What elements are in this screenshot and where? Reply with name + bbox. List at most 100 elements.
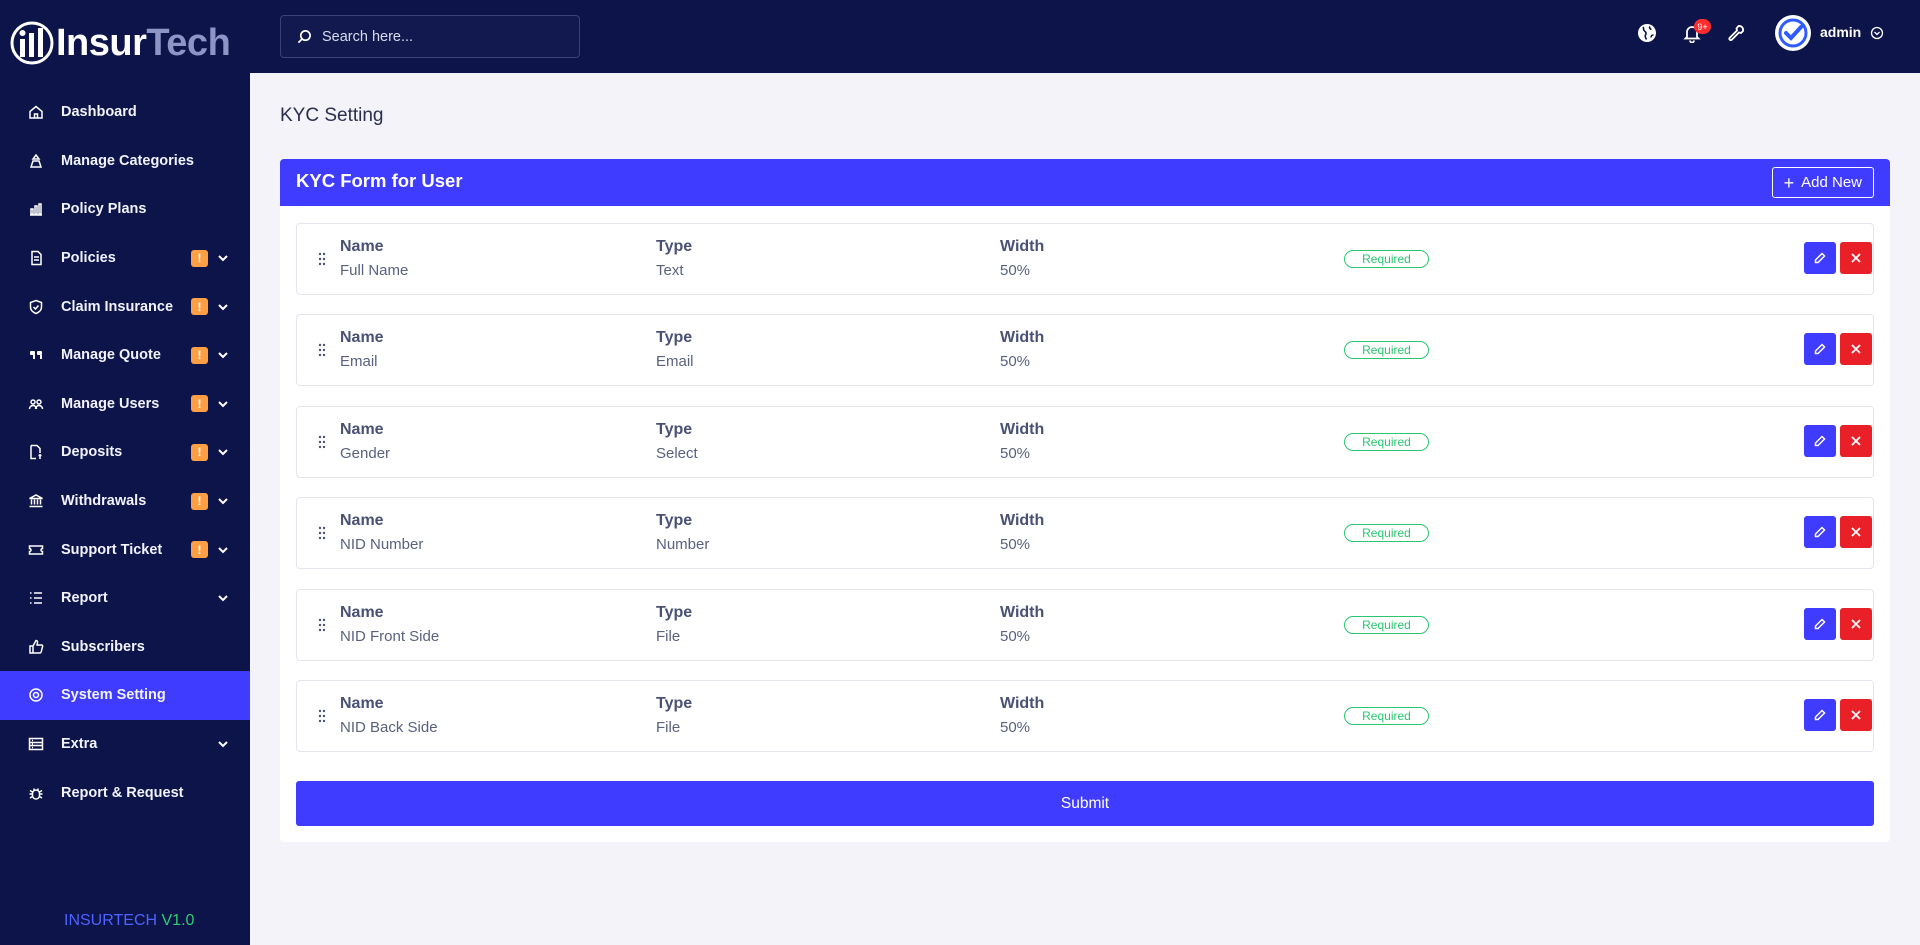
sidebar-item-subscribers[interactable]: Subscribers bbox=[0, 623, 250, 672]
bank-icon bbox=[28, 493, 44, 509]
chevron-down-icon[interactable] bbox=[216, 348, 230, 362]
sidebar-item-dashboard[interactable]: Dashboard bbox=[0, 88, 250, 137]
drag-handle-icon[interactable] bbox=[317, 252, 327, 266]
sidebar-item-label: Report bbox=[61, 590, 108, 607]
sidebar-item-label: Subscribers bbox=[61, 638, 145, 655]
field-width: Width 50% bbox=[1000, 512, 1045, 554]
field-type: Type Text bbox=[656, 238, 693, 279]
brand-name: InsurTech bbox=[56, 21, 231, 64]
status-badge: Required bbox=[1344, 615, 1429, 634]
pencil-icon bbox=[1814, 526, 1826, 538]
card-header: KYC Form for User + Add New bbox=[280, 159, 1890, 206]
home-icon bbox=[28, 104, 44, 120]
delete-button[interactable] bbox=[1840, 607, 1872, 640]
topbar: 9+ admin bbox=[250, 0, 1920, 73]
edit-button[interactable] bbox=[1804, 698, 1836, 731]
kyc-field-row: Name NID Number Type Number Width 50% Requi… bbox=[296, 497, 1874, 570]
edit-button[interactable] bbox=[1804, 424, 1836, 457]
settings-icon bbox=[28, 687, 44, 703]
wrench-icon[interactable] bbox=[1725, 22, 1747, 44]
avatar[interactable] bbox=[1775, 15, 1811, 51]
chevron-down-icon[interactable] bbox=[216, 737, 230, 751]
chevron-down-icon[interactable] bbox=[216, 494, 230, 508]
sidebar-item-claim-insurance[interactable]: Claim Insurance ! bbox=[0, 282, 250, 331]
pencil-icon bbox=[1814, 709, 1826, 721]
list-icon bbox=[28, 590, 44, 606]
status-badge: Required bbox=[1344, 250, 1429, 268]
deposit-icon bbox=[28, 444, 44, 460]
chevron-down-icon[interactable] bbox=[216, 300, 230, 314]
kyc-field-row: Name NID Front Side Type File Width 50% Req… bbox=[296, 588, 1874, 661]
kyc-field-row: Name Gender Type Select Width 50% Required bbox=[296, 405, 1874, 478]
status-badge: Required bbox=[1344, 706, 1429, 725]
close-icon bbox=[1851, 710, 1861, 720]
sidebar-item-withdrawals[interactable]: Withdrawals ! bbox=[0, 477, 250, 526]
sidebar-item-manage-quote[interactable]: Manage Quote ! bbox=[0, 331, 250, 380]
delete-button[interactable] bbox=[1840, 424, 1872, 457]
field-name: Name NID Number bbox=[340, 512, 424, 554]
sidebar-item-manage-categories[interactable]: Manage Categories bbox=[0, 137, 250, 186]
sidebar-item-label: Policies bbox=[61, 250, 116, 267]
field-name: Name NID Front Side bbox=[340, 603, 440, 645]
chevron-down-icon[interactable] bbox=[216, 543, 230, 557]
language-icon[interactable] bbox=[1636, 22, 1658, 44]
alert-badge: ! bbox=[191, 298, 208, 316]
sidebar-item-report[interactable]: Report bbox=[0, 574, 250, 623]
bug-icon bbox=[28, 785, 44, 801]
drag-handle-icon[interactable] bbox=[317, 618, 327, 632]
sidebar-item-support-ticket[interactable]: Support Ticket ! bbox=[0, 525, 250, 574]
drag-handle-icon[interactable] bbox=[317, 435, 327, 449]
delete-button[interactable] bbox=[1840, 698, 1872, 731]
pencil-icon bbox=[1814, 618, 1826, 629]
drag-handle-icon[interactable] bbox=[317, 709, 327, 723]
chevron-down-circle-icon[interactable] bbox=[1870, 26, 1884, 40]
chevron-down-icon[interactable] bbox=[216, 445, 230, 459]
shield-icon bbox=[28, 299, 44, 315]
add-new-label: Add New bbox=[1801, 174, 1862, 191]
sidebar-item-manage-users[interactable]: Manage Users ! bbox=[0, 380, 250, 429]
sidebar-item-label: Deposits bbox=[61, 444, 123, 461]
field-type: Type Number bbox=[656, 512, 710, 554]
submit-button[interactable]: Submit bbox=[296, 781, 1874, 826]
edit-button[interactable] bbox=[1804, 607, 1836, 640]
bar-chart-icon bbox=[28, 201, 44, 217]
search-input[interactable] bbox=[322, 28, 562, 45]
add-new-button[interactable]: + Add New bbox=[1771, 167, 1874, 198]
close-icon bbox=[1851, 527, 1861, 537]
sidebar-item-extra[interactable]: Extra bbox=[0, 720, 250, 769]
brand-logo[interactable]: InsurTech bbox=[10, 18, 231, 68]
drag-handle-icon[interactable] bbox=[317, 526, 327, 540]
notification-bell-icon[interactable]: 9+ bbox=[1681, 19, 1711, 44]
sidebar-item-system-setting[interactable]: System Setting bbox=[0, 671, 250, 720]
sidebar-item-label: Policy Plans bbox=[61, 201, 147, 218]
chevron-down-icon[interactable] bbox=[216, 251, 230, 265]
ticket-icon bbox=[28, 542, 44, 558]
edit-button[interactable] bbox=[1804, 516, 1836, 549]
plus-icon: + bbox=[1783, 172, 1795, 193]
edit-button[interactable] bbox=[1804, 242, 1836, 274]
sidebar-item-report-request[interactable]: Report & Request bbox=[0, 768, 250, 817]
delete-button[interactable] bbox=[1840, 516, 1872, 549]
sidebar-item-label: Support Ticket bbox=[61, 541, 163, 558]
pencil-icon bbox=[1814, 252, 1826, 264]
alert-badge: ! bbox=[191, 492, 208, 510]
sidebar-item-policies[interactable]: Policies ! bbox=[0, 234, 250, 283]
thumbs-up-icon bbox=[28, 639, 44, 655]
kyc-field-row: Name NID Back Side Type File Width 50% Requ… bbox=[296, 679, 1874, 752]
field-name: Name Full Name bbox=[340, 238, 409, 279]
delete-button[interactable] bbox=[1840, 333, 1872, 366]
document-icon bbox=[28, 250, 44, 266]
field-width: Width 50% bbox=[1000, 603, 1045, 645]
field-name: Name NID Back Side bbox=[340, 694, 438, 736]
chevron-down-icon[interactable] bbox=[216, 591, 230, 605]
edit-button[interactable] bbox=[1804, 333, 1836, 366]
status-badge: Required bbox=[1344, 341, 1429, 360]
user-name[interactable]: admin bbox=[1820, 24, 1861, 40]
delete-button[interactable] bbox=[1840, 242, 1872, 274]
sidebar-item-policy-plans[interactable]: Policy Plans bbox=[0, 185, 250, 234]
drag-handle-icon[interactable] bbox=[317, 343, 327, 357]
field-type: Type Select bbox=[656, 420, 698, 462]
sidebar-item-deposits[interactable]: Deposits ! bbox=[0, 428, 250, 477]
field-type: Type File bbox=[656, 694, 693, 736]
chevron-down-icon[interactable] bbox=[216, 397, 230, 411]
